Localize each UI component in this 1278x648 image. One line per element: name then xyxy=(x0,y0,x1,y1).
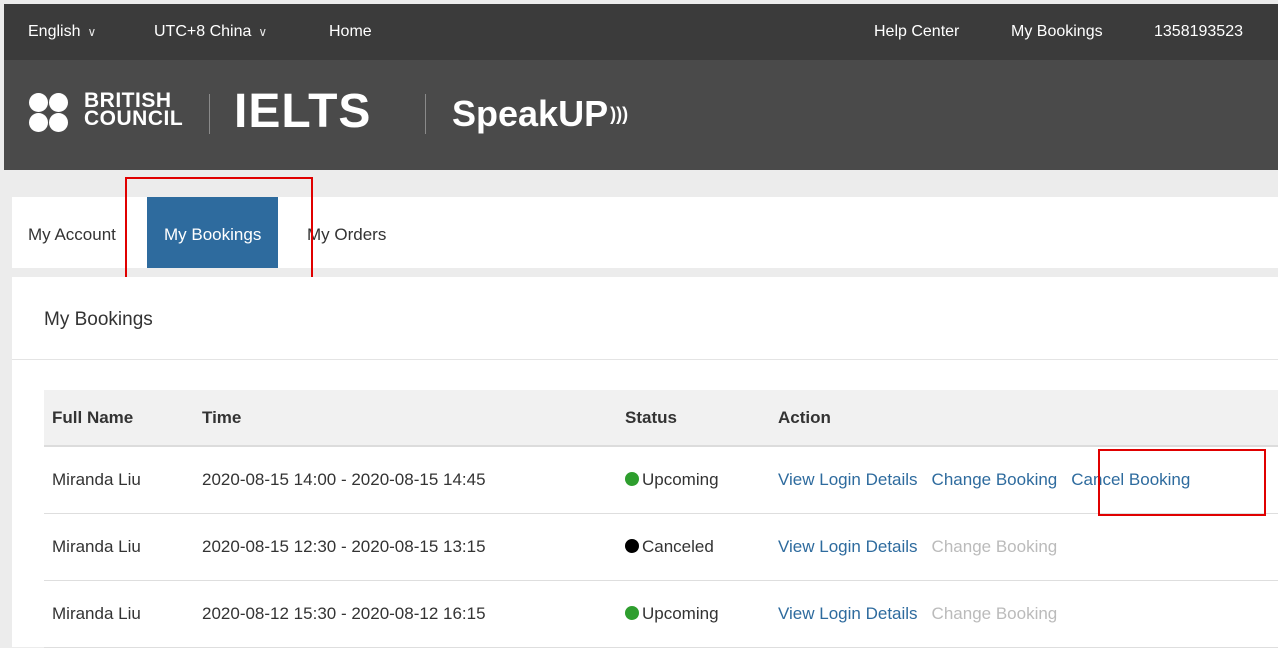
change-booking-link: Change Booking xyxy=(931,604,1058,623)
table-row: Miranda Liu 2020-08-15 14:00 - 2020-08-1… xyxy=(44,446,1278,514)
change-booking-link: Change Booking xyxy=(931,537,1058,556)
ielts-logo: IELTS xyxy=(234,85,372,138)
brand-banner: BRITISH COUNCIL IELTS SpeakUP))) xyxy=(4,60,1278,170)
status-dot-icon xyxy=(625,539,639,553)
british-council-logo-icon xyxy=(29,93,69,133)
column-header-status: Status xyxy=(617,390,770,447)
cell-status: Upcoming xyxy=(617,446,770,514)
table-row: Miranda Liu 2020-08-12 15:30 - 2020-08-1… xyxy=(44,580,1278,648)
brand-divider xyxy=(425,94,426,134)
cell-time: 2020-08-12 15:30 - 2020-08-12 16:15 xyxy=(194,580,617,648)
change-booking-link[interactable]: Change Booking xyxy=(932,470,1058,489)
top-navigation-bar: English ∨ UTC+8 China ∨ Home Help Center M… xyxy=(4,4,1278,60)
cell-time: 2020-08-15 12:30 - 2020-08-15 13:15 xyxy=(194,513,617,581)
status-label: Upcoming xyxy=(642,470,719,489)
sound-waves-icon: ))) xyxy=(610,104,629,124)
bookings-table: Full Name Time Status Action Miranda Liu… xyxy=(44,390,1278,648)
cell-actions: View Login Details Change Booking xyxy=(770,513,1278,581)
my-bookings-link[interactable]: My Bookings xyxy=(1011,23,1103,41)
cell-time: 2020-08-15 14:00 - 2020-08-15 14:45 xyxy=(194,446,617,514)
view-login-details-link[interactable]: View Login Details xyxy=(778,604,918,623)
chevron-down-icon: ∨ xyxy=(87,25,97,39)
status-dot-icon xyxy=(625,606,639,620)
bookings-panel: My Bookings Full Name Time Status Action… xyxy=(12,277,1278,648)
status-label: Upcoming xyxy=(642,604,719,623)
timezone-label: UTC+8 China xyxy=(154,23,252,40)
page-title: My Bookings xyxy=(44,309,153,330)
brand-divider xyxy=(209,94,210,134)
status-label: Canceled xyxy=(642,537,714,556)
column-header-time: Time xyxy=(194,390,617,447)
language-label: English xyxy=(28,23,81,40)
column-header-full-name: Full Name xyxy=(44,390,194,447)
tab-my-orders[interactable]: My Orders xyxy=(307,197,386,268)
home-link[interactable]: Home xyxy=(329,23,372,41)
speakup-logo: SpeakUP))) xyxy=(452,93,629,134)
timezone-selector[interactable]: UTC+8 China ∨ xyxy=(154,23,267,41)
tab-my-account[interactable]: My Account xyxy=(28,197,116,268)
account-phone-link[interactable]: 1358193523 xyxy=(1154,23,1243,41)
cell-full-name: Miranda Liu xyxy=(44,446,194,514)
view-login-details-link[interactable]: View Login Details xyxy=(778,537,918,556)
cell-full-name: Miranda Liu xyxy=(44,580,194,648)
divider xyxy=(12,359,1278,360)
chevron-down-icon: ∨ xyxy=(258,25,268,39)
cell-status: Upcoming xyxy=(617,580,770,648)
british-council-wordmark: BRITISH COUNCIL xyxy=(84,89,184,130)
cell-actions: View Login Details Change Booking xyxy=(770,580,1278,648)
column-header-action: Action xyxy=(770,390,1278,447)
table-header-row: Full Name Time Status Action xyxy=(44,390,1278,447)
language-selector[interactable]: English ∨ xyxy=(28,23,96,41)
highlight-box xyxy=(1098,449,1266,516)
table-row: Miranda Liu 2020-08-15 12:30 - 2020-08-1… xyxy=(44,513,1278,581)
status-dot-icon xyxy=(625,472,639,486)
view-login-details-link[interactable]: View Login Details xyxy=(778,470,918,489)
help-center-link[interactable]: Help Center xyxy=(874,23,959,41)
cell-status: Canceled xyxy=(617,513,770,581)
cell-full-name: Miranda Liu xyxy=(44,513,194,581)
